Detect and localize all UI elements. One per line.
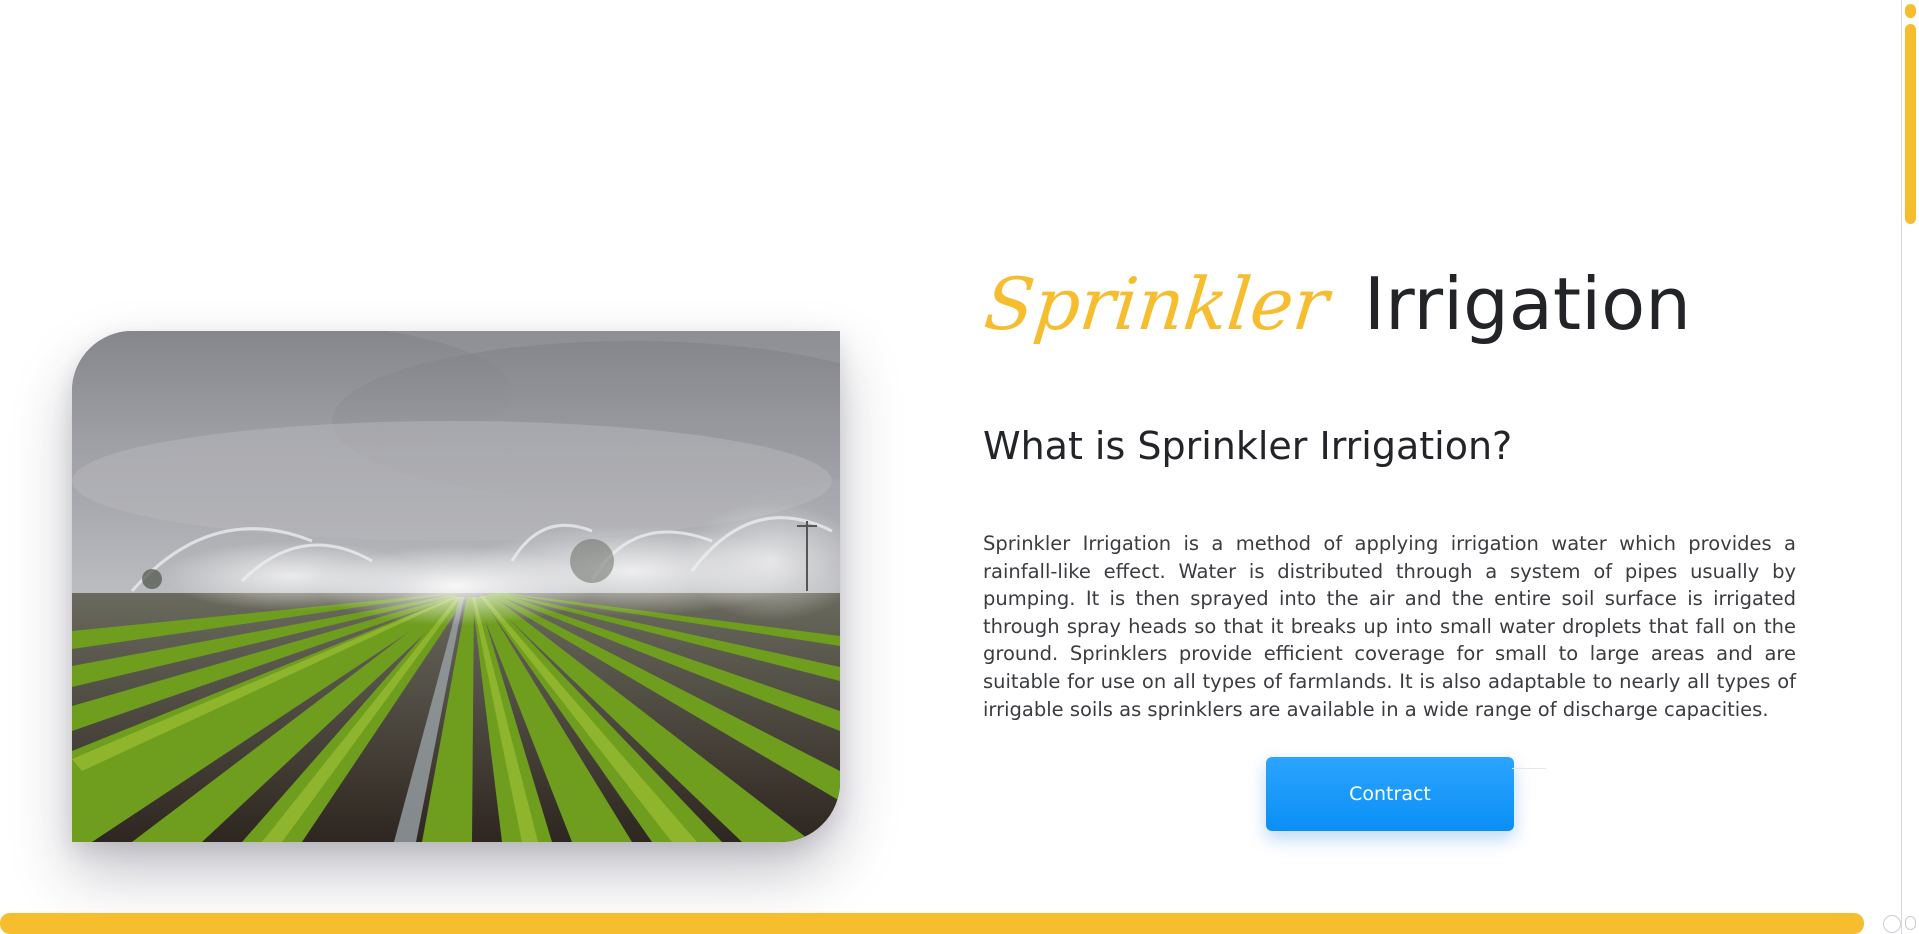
title-main: Irrigation [1363,262,1691,346]
description-paragraph: Sprinkler Irrigation is a method of appl… [983,532,1796,721]
vertical-scrollbar[interactable] [1901,0,1919,934]
irrigation-field-photo [72,331,840,842]
page-title: Sprinkler Irrigation [981,262,1691,352]
hero-image [72,331,840,842]
title-accent: Sprinkler [980,262,1333,346]
progress-end-circle [1883,915,1901,933]
scroll-progress-bar [0,913,1901,934]
button-divider [1512,768,1546,769]
scroll-down-arrow[interactable] [1905,916,1916,930]
section-heading: What is Sprinkler Irrigation? [983,424,1513,468]
scroll-progress-fill [0,913,1864,934]
contract-button[interactable]: Contract [1266,757,1514,831]
page: Sprinkler Irrigation What is Sprinkler Ir… [0,0,1919,934]
scrollbar-thumb[interactable] [1905,24,1916,224]
scroll-up-arrow[interactable] [1905,4,1916,18]
